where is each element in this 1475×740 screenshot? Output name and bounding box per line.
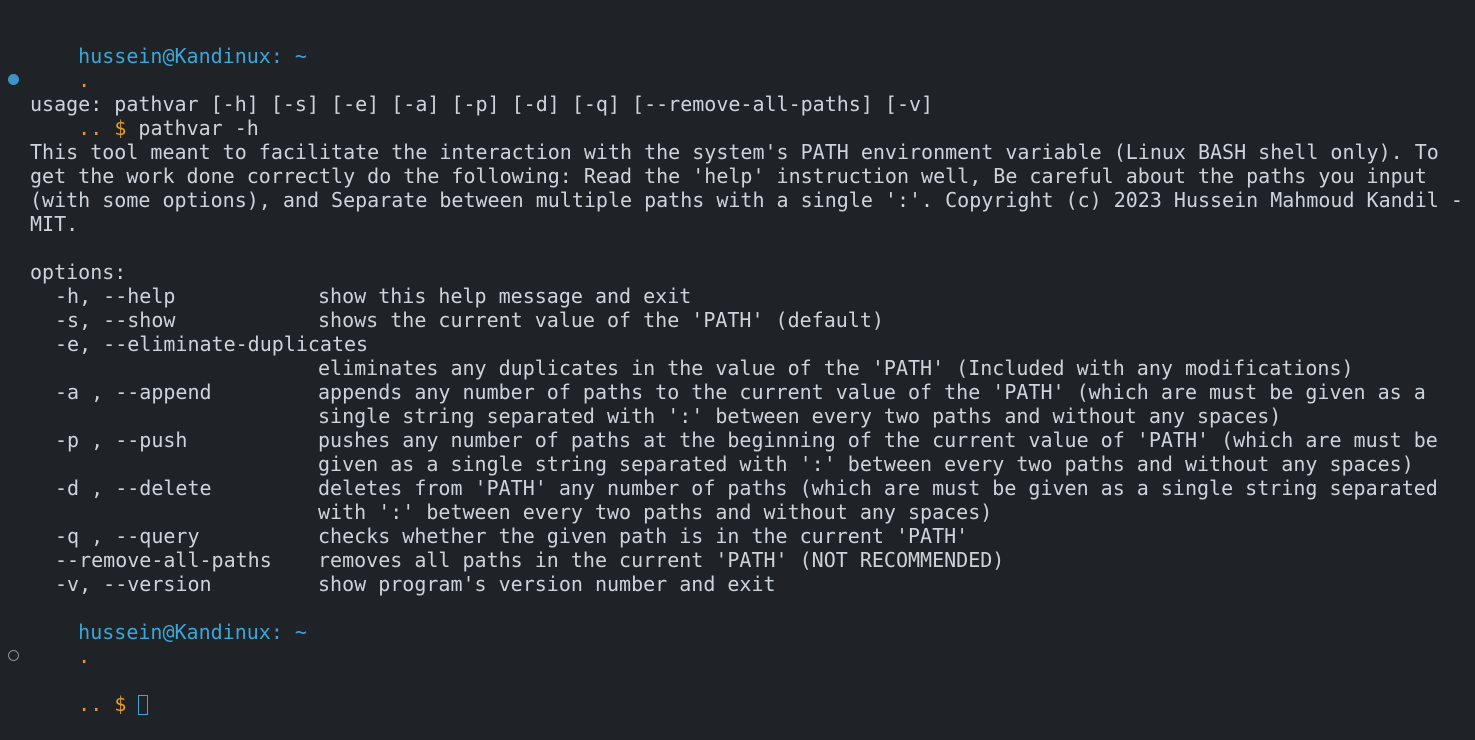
usage-line: usage: pathvar [-h] [-s] [-e] [-a] [-p] …: [30, 92, 934, 116]
option-push: -p , --push pushes any number of paths a…: [30, 428, 1450, 452]
option-flag: -a , --append: [55, 380, 212, 404]
option-desc: shows the current value of the 'PATH' (d…: [318, 308, 884, 332]
option-desc: single string separated with ':' between…: [318, 404, 1282, 428]
option-desc: show this help message and exit: [318, 284, 692, 308]
option-desc: given as a single string separated with …: [318, 452, 1414, 476]
terminal-output[interactable]: hussein@Kandinux: ~ . .. $ pathvar -h us…: [8, 20, 1463, 716]
command-status-dot-icon: [8, 650, 19, 661]
description-line: get the work done correctly do the follo…: [30, 164, 1427, 188]
option-version: -v, --version show program's version num…: [30, 572, 1450, 596]
option-show: -s, --show shows the current value of th…: [30, 308, 1450, 332]
option-delete: -d , --delete deletes from 'PATH' any nu…: [30, 476, 1450, 500]
dir-marker-line: .: [30, 620, 1450, 668]
command-line: .. $ pathvar -h: [8, 68, 1450, 140]
prompt-header: hussein@Kandinux: ~: [30, 596, 1450, 644]
description-line: This tool meant to facilitate the intera…: [30, 140, 1439, 164]
option-desc: pushes any number of paths at the beginn…: [318, 428, 1438, 452]
prompt-symbol: $: [114, 692, 127, 716]
option-desc: appends any number of paths to the curre…: [318, 380, 1426, 404]
option-flag: -p , --push: [55, 428, 188, 452]
command-status-dot-icon: [8, 74, 19, 85]
description-line: (with some options), and Separate betwee…: [30, 188, 1463, 212]
option-flag: -v, --version: [55, 572, 212, 596]
description: This tool meant to facilitate the intera…: [30, 140, 1463, 236]
text-cursor-icon[interactable]: [138, 695, 149, 715]
dir-marker-line: .: [30, 44, 1450, 92]
option-desc: checks whether the given path is in the …: [318, 524, 969, 548]
option-desc: show program's version number and exit: [318, 572, 776, 596]
option-flag: -e, --eliminate-duplicates: [55, 332, 369, 356]
option-append: -a , --append appends any number of path…: [30, 380, 1450, 404]
option-desc: deletes from 'PATH' any number of paths …: [318, 476, 1438, 500]
description-line: MIT.: [30, 212, 79, 236]
option-flag: -q , --query: [55, 524, 200, 548]
option-desc: eliminates any duplicates in the value o…: [318, 356, 1354, 380]
active-prompt-line[interactable]: .. $: [8, 644, 1450, 716]
option-help: -h, --help show this help message and ex…: [30, 284, 1450, 308]
option-flag: -d , --delete: [55, 476, 212, 500]
prompt-dots: ..: [78, 692, 103, 716]
option-query: -q , --query checks whether the given pa…: [30, 524, 1450, 548]
prompt-header: hussein@Kandinux: ~: [30, 20, 1450, 68]
option-desc: removes all paths in the current 'PATH' …: [318, 548, 1005, 572]
option-flag: -h, --help: [55, 284, 176, 308]
options-heading: options:: [30, 260, 127, 284]
option-flag: -s, --show: [55, 308, 176, 332]
options-list: -h, --help show this help message and ex…: [30, 284, 1450, 596]
option-desc: with ':' between every two paths and wit…: [318, 500, 993, 524]
option-remove-all-paths: --remove-all-paths removes all paths in …: [30, 548, 1450, 572]
option-flag: --remove-all-paths: [55, 548, 272, 572]
